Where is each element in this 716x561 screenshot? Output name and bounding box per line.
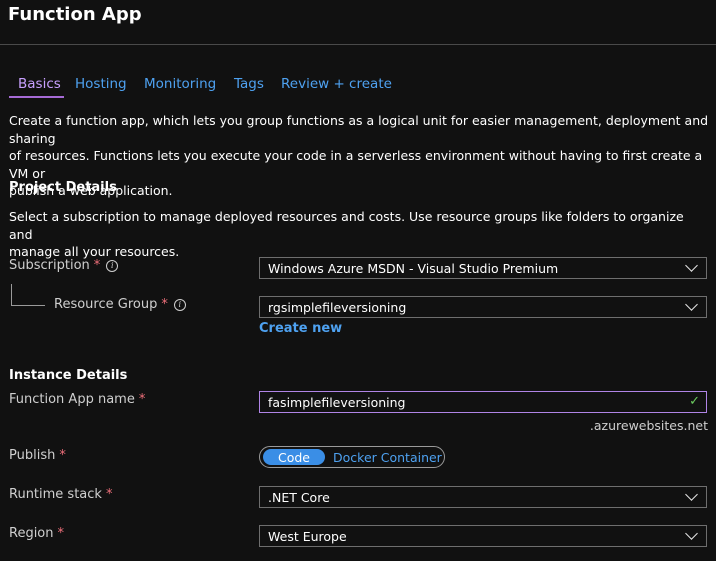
description-line: Select a subscription to manage deployed… xyxy=(9,209,684,242)
publish-option-code[interactable]: Code xyxy=(263,449,325,465)
active-tab-indicator xyxy=(9,96,64,98)
tab-monitoring[interactable]: Monitoring xyxy=(144,76,216,92)
intro-line: Create a function app, which lets you gr… xyxy=(9,113,709,146)
runtime-stack-value: .NET Core xyxy=(268,489,330,505)
page-title: Function App xyxy=(8,4,142,25)
tab-review-create[interactable]: Review + create xyxy=(281,76,392,92)
publish-label-text: Publish xyxy=(9,448,56,463)
info-icon[interactable]: i xyxy=(173,298,186,311)
create-new-link[interactable]: Create new xyxy=(259,321,342,336)
function-app-name-label-text: Function App name xyxy=(9,392,135,407)
required-marker: * xyxy=(57,526,65,541)
chevron-down-icon xyxy=(685,298,698,311)
required-marker: * xyxy=(161,297,168,312)
required-marker: * xyxy=(59,448,66,463)
chevron-down-icon xyxy=(685,259,698,272)
tab-tags[interactable]: Tags xyxy=(234,76,264,92)
tree-connector xyxy=(11,284,12,305)
tree-connector xyxy=(11,305,45,306)
tab-basics[interactable]: Basics xyxy=(18,76,61,92)
check-icon: ✓ xyxy=(689,394,700,409)
function-app-name-value: fasimplefileversioning xyxy=(268,394,406,410)
function-app-name-input[interactable]: fasimplefileversioning ✓ xyxy=(259,391,707,413)
subscription-value: Windows Azure MSDN - Visual Studio Premi… xyxy=(268,260,559,276)
publish-toggle[interactable]: Code Docker Container xyxy=(259,446,445,468)
region-label-text: Region xyxy=(9,526,54,541)
chevron-down-icon xyxy=(685,488,698,501)
publish-label: Publish * xyxy=(9,448,66,463)
header-divider xyxy=(0,44,716,45)
domain-suffix: .azurewebsites.net xyxy=(589,418,708,433)
chevron-down-icon xyxy=(685,527,698,540)
required-marker: * xyxy=(138,392,146,407)
publish-option-docker-container[interactable]: Docker Container xyxy=(333,450,442,465)
resource-group-select[interactable]: rgsimplefileversioning xyxy=(259,296,707,318)
required-marker: * xyxy=(93,258,101,273)
function-app-name-label: Function App name * xyxy=(9,392,145,407)
runtime-stack-select[interactable]: .NET Core xyxy=(259,486,707,508)
region-value: West Europe xyxy=(268,528,347,544)
project-details-heading: Project Details xyxy=(9,180,117,195)
project-details-description: Select a subscription to manage deployed… xyxy=(9,208,709,261)
resource-group-label: Resource Group * i xyxy=(54,297,186,312)
intro-line: of resources. Functions lets you execute… xyxy=(9,148,703,181)
subscription-select[interactable]: Windows Azure MSDN - Visual Studio Premi… xyxy=(259,257,707,279)
resource-group-value: rgsimplefileversioning xyxy=(268,299,407,315)
required-marker: * xyxy=(105,487,113,502)
subscription-label: Subscription * i xyxy=(9,258,119,273)
region-select[interactable]: West Europe xyxy=(259,525,707,547)
tab-hosting[interactable]: Hosting xyxy=(75,76,127,92)
region-label: Region * xyxy=(9,526,64,541)
subscription-label-text: Subscription xyxy=(9,258,90,273)
runtime-stack-label-text: Runtime stack xyxy=(9,487,102,502)
resource-group-label-text: Resource Group xyxy=(54,297,158,312)
runtime-stack-label: Runtime stack * xyxy=(9,487,112,502)
instance-details-heading: Instance Details xyxy=(9,368,128,383)
info-icon[interactable]: i xyxy=(106,259,119,272)
